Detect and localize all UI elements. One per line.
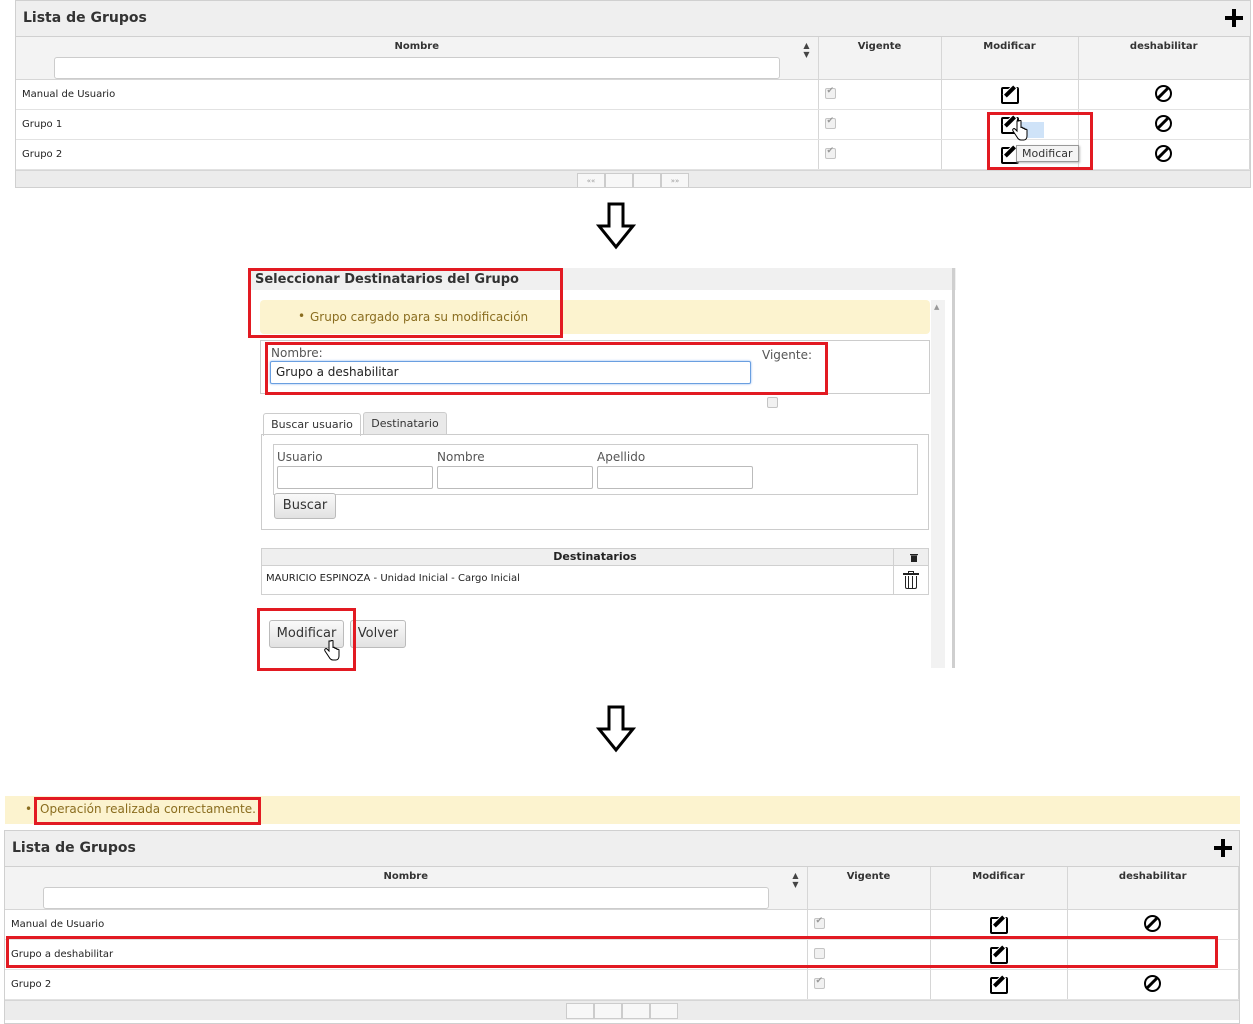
column-header-modificar: Modificar (941, 37, 1079, 80)
disable-icon[interactable] (1155, 114, 1173, 132)
nombre-search-input[interactable] (437, 466, 593, 489)
dialog-edge (952, 268, 955, 668)
pager-prev-button[interactable] (594, 1003, 622, 1019)
column-header-vigente: Vigente (807, 867, 931, 910)
highlight-edit-button (987, 112, 1093, 170)
table-row: MAURICIO ESPINOZA - Unidad Inicial - Car… (262, 566, 928, 594)
table-row: Grupo 2 (5, 969, 1239, 1000)
tab-destinatario[interactable]: Destinatario (363, 412, 447, 434)
highlight-success-message (34, 797, 261, 825)
edit-icon[interactable] (1000, 84, 1020, 104)
column-header-deshabilitar: deshabilitar (1078, 37, 1250, 80)
vigente-checkbox (824, 86, 836, 99)
vigente-checkbox (824, 146, 836, 159)
highlight-updated-row (6, 936, 1218, 968)
group-name: Grupo 2 (16, 139, 819, 170)
table-row: Manual de Usuario (5, 909, 1239, 940)
column-header-nombre[interactable]: Nombre ▲ ▼ (5, 867, 808, 910)
sort-icon[interactable]: ▲ ▼ (803, 41, 809, 59)
table-row: Manual de Usuario (16, 79, 1250, 110)
group-name: Manual de Usuario (16, 79, 819, 110)
down-arrow-icon (596, 202, 636, 250)
edit-icon[interactable] (989, 914, 1009, 934)
destinatarios-table: Destinatarios MAURICIO ESPINOZA - Unidad… (261, 548, 929, 595)
destinatarios-header-label: Destinatarios (553, 550, 637, 563)
highlight-dialog-title (248, 268, 563, 338)
highlight-nombre-field (265, 342, 828, 395)
disable-icon[interactable] (1144, 914, 1162, 932)
column-label-nombre: Nombre (383, 871, 429, 882)
down-arrow-icon (596, 705, 636, 753)
vigente-checkbox (824, 116, 836, 129)
panel-title: Lista de Grupos (23, 10, 147, 26)
pager-last-button[interactable]: »» (661, 173, 689, 187)
disable-icon[interactable] (1155, 144, 1173, 162)
add-icon[interactable] (1224, 7, 1244, 27)
grupos-table: Nombre ▲ ▼ Vigente Modificar deshabilitar… (5, 867, 1239, 1000)
pager-next-button[interactable] (633, 173, 661, 187)
pager: «« »» (16, 170, 1250, 187)
buscar-button[interactable]: Buscar (274, 493, 336, 519)
column-header-vigente: Vigente (818, 37, 942, 80)
pager-next-button[interactable] (622, 1003, 650, 1019)
edit-icon[interactable] (989, 974, 1009, 994)
apellido-label: Apellido (597, 450, 646, 464)
group-name: Grupo 1 (16, 109, 819, 140)
usuario-input[interactable] (277, 466, 433, 489)
vigente-checkbox (813, 976, 825, 989)
panel-header: Lista de Grupos (5, 831, 1239, 867)
dialog-scrollbar[interactable]: ▲ (931, 300, 945, 668)
panel-header: Lista de Grupos (16, 1, 1250, 37)
group-name: Grupo 2 (5, 969, 808, 1000)
disable-icon[interactable] (1155, 84, 1173, 102)
pager-first-button[interactable]: «« (577, 173, 605, 187)
column-header-deshabilitar: deshabilitar (1067, 867, 1239, 910)
add-icon[interactable] (1213, 837, 1233, 857)
pager-first-button[interactable] (566, 1003, 594, 1019)
group-name: Manual de Usuario (5, 909, 808, 940)
pager-last-button[interactable] (650, 1003, 678, 1019)
usuario-label: Usuario (277, 450, 323, 464)
sort-icon[interactable]: ▲ ▼ (792, 871, 798, 889)
column-header-nombre[interactable]: Nombre ▲ ▼ (16, 37, 819, 80)
highlight-modificar-button (257, 608, 356, 671)
nombre-filter-input[interactable] (42, 887, 769, 909)
apellido-input[interactable] (597, 466, 753, 489)
disable-icon[interactable] (1144, 974, 1162, 992)
trash-all-icon[interactable] (910, 553, 918, 562)
volver-button[interactable]: Volver (350, 620, 406, 648)
vigente-checkbox (813, 916, 825, 929)
pager-prev-button[interactable] (605, 173, 633, 187)
column-header-modificar: Modificar (930, 867, 1068, 910)
destinatario-name: MAURICIO ESPINOZA - Unidad Inicial - Car… (266, 573, 520, 584)
panel-title: Lista de Grupos (12, 840, 136, 856)
pager (5, 1000, 1239, 1020)
tab-buscar-usuario[interactable]: Buscar usuario (263, 413, 361, 436)
grupos-panel-after: Lista de Grupos Nombre ▲ ▼ Vigente Modifi… (4, 830, 1240, 1024)
trash-icon[interactable] (903, 571, 919, 589)
nombre-search-label: Nombre (437, 450, 485, 464)
vigente-checkbox[interactable] (767, 397, 778, 408)
destinatarios-header: Destinatarios (262, 549, 928, 566)
column-label-nombre: Nombre (394, 41, 440, 52)
nombre-filter-input[interactable] (53, 57, 780, 79)
